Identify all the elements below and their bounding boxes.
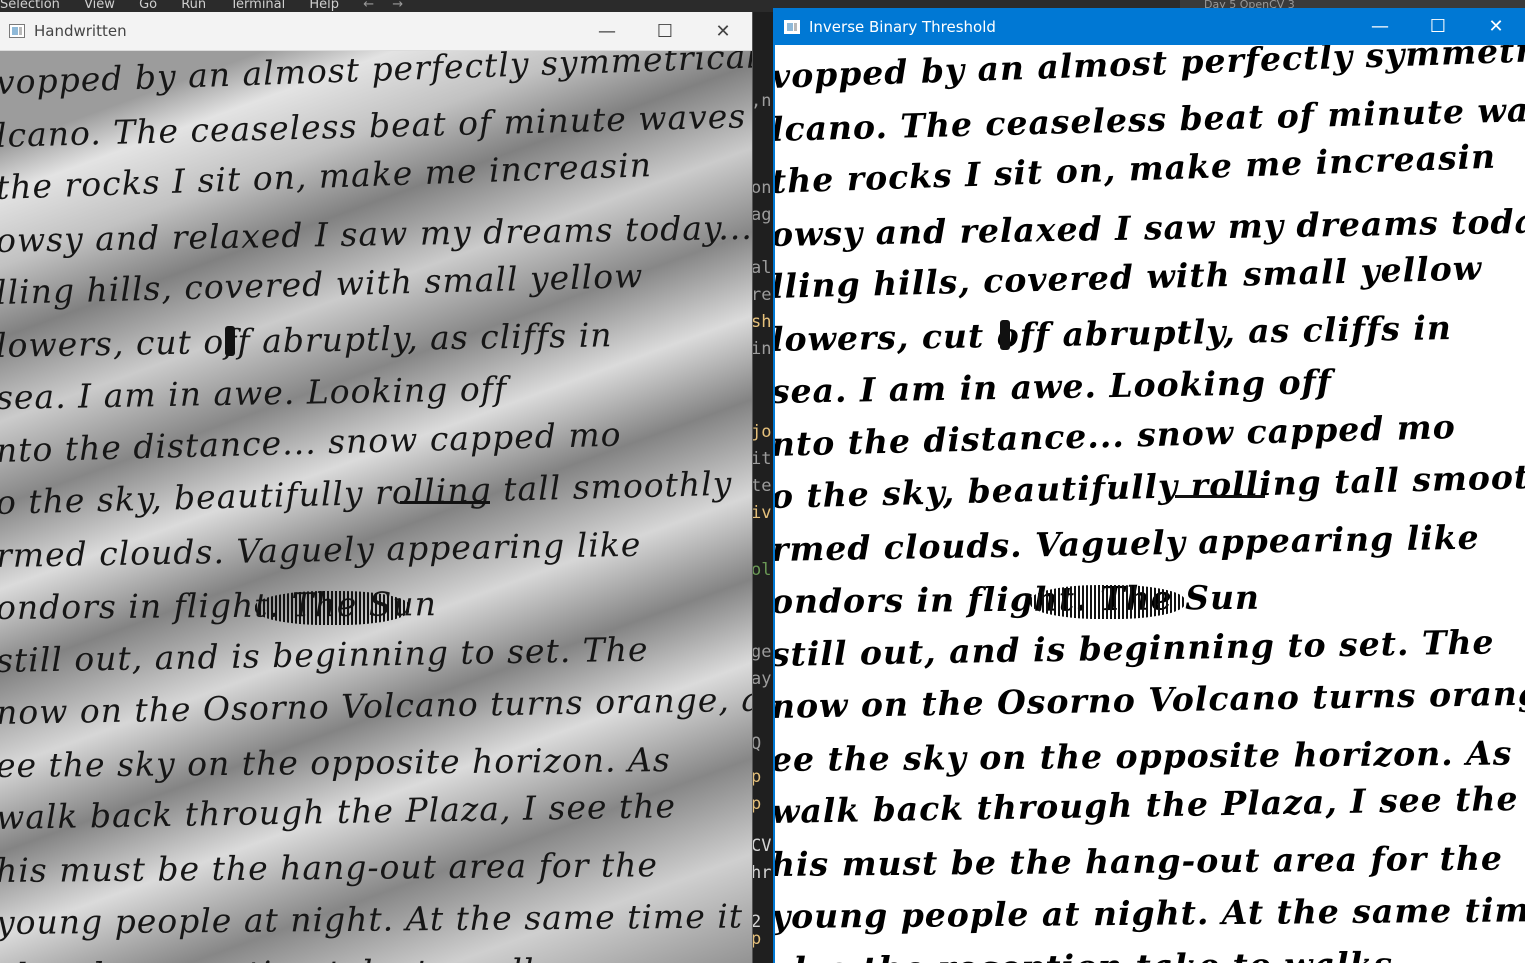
- strikethrough-mark: [1175, 495, 1265, 498]
- handwriting-line: o the sky, beautifully rolling tall smoo…: [0, 463, 733, 522]
- handwriting-line: still out, and is beginning to set. The: [0, 629, 649, 680]
- ide-code-fragment: on: [751, 178, 772, 198]
- handwriting-line: vopped by an almost perfectly symmetrica…: [0, 51, 752, 102]
- ide-editor-peek: ,n on ag al re sh in jo it te iv ol ge ay Qp p CV hr 2 p: [750, 50, 775, 963]
- handwritten-page-image: vopped by an almost perfectly symmetrica…: [0, 51, 752, 963]
- ide-code-fragment: te: [751, 476, 772, 496]
- handwriting-line: lling hills, covered with small yellow: [775, 248, 1483, 306]
- ide-code-fragment: jo: [751, 422, 772, 442]
- ide-code-fragment: ay: [751, 669, 772, 689]
- handwriting-line: his must be the hang-out area for the: [0, 844, 659, 890]
- handwriting-line: owsy and relaxed I saw my dreams today..…: [775, 200, 1525, 254]
- handwriting-line: vopped by an almost perfectly symmetrica…: [775, 45, 1525, 96]
- window-controls: — ☐ ✕: [578, 12, 752, 50]
- window-titlebar[interactable]: Handwritten — ☐ ✕: [0, 12, 752, 51]
- handwriting-line: nto the distance... snow capped mo: [775, 406, 1457, 464]
- close-button[interactable]: ✕: [1467, 8, 1525, 45]
- ide-code-fragment: it: [751, 449, 772, 469]
- handwriting-line: nto the distance... snow capped mo: [0, 414, 622, 470]
- ink-blot: [225, 326, 235, 356]
- ide-code-fragment: ,n: [751, 91, 772, 111]
- menu-item-run[interactable]: Run: [181, 0, 206, 12]
- image-canvas[interactable]: vopped by an almost perfectly symmetrica…: [0, 51, 752, 963]
- ide-code-fragment: in: [751, 339, 772, 359]
- app-window-icon: [9, 24, 25, 38]
- window-controls: — ☐ ✕: [1351, 8, 1525, 45]
- ide-code-fragment: ol: [751, 560, 772, 580]
- back-arrow-icon[interactable]: ←: [363, 0, 374, 12]
- handwriting-line: walk back through the Plaza, I see the: [0, 786, 677, 837]
- handwriting-line: rmed clouds. Vaguely appearing like: [775, 517, 1480, 569]
- handwriting-line: ee the sky on the opposite horizon. As: [0, 739, 671, 785]
- ide-code-fragment: hr: [751, 863, 772, 883]
- image-canvas[interactable]: vopped by an almost perfectly symmetrica…: [775, 45, 1525, 963]
- maximize-button[interactable]: ☐: [636, 12, 694, 50]
- handwriting-line: o the sky, beautifully rolling tall smoo…: [775, 455, 1525, 516]
- threshold-page-image: vopped by an almost perfectly symmetrica…: [775, 45, 1525, 963]
- handwriting-line: also the reception take to walks: [0, 951, 562, 963]
- handwriting-line: lowers, cut off abruptly, as cliffs in: [0, 314, 613, 365]
- handwriting-line: lowers, cut off abruptly, as cliffs in: [775, 307, 1453, 359]
- handwriting-line: young people at night. At the same time …: [0, 896, 744, 942]
- window-title: Inverse Binary Threshold: [809, 17, 996, 36]
- ide-code-fragment: ge: [751, 642, 772, 662]
- app-window-icon: [784, 19, 800, 34]
- ide-code-fragment: re: [751, 285, 772, 305]
- scribbled-out-word: [255, 591, 410, 625]
- ide-code-fragment: al: [751, 258, 772, 278]
- handwriting-line: now on the Osorno Volcano turns orange, …: [0, 678, 752, 732]
- handwriting-line: sea. I am in awe. Looking off: [775, 362, 1333, 411]
- handwriting-line: sea. I am in awe. Looking off: [0, 369, 508, 417]
- close-button[interactable]: ✕: [694, 12, 752, 50]
- handwriting-line: owsy and relaxed I saw my dreams today..…: [0, 207, 752, 260]
- handwriting-line: ee the sky on the opposite horizon. As: [775, 733, 1513, 779]
- ide-code-fragment: CV: [751, 836, 772, 856]
- menu-item-terminal[interactable]: Terminal: [230, 0, 285, 12]
- window-title: Handwritten: [34, 22, 127, 40]
- minimize-button[interactable]: —: [1351, 8, 1409, 45]
- handwriting-line: the rocks I sit on, make me increasin: [0, 145, 653, 207]
- handwriting-line: the rocks I sit on, make me increasin: [775, 136, 1497, 201]
- handwriting-line: rmed clouds. Vaguely appearing like: [0, 524, 642, 575]
- handwriting-line: also the reception take to walks: [775, 944, 1393, 963]
- ide-code-fragment: iv: [751, 503, 772, 523]
- ide-code-fragment: sh: [751, 312, 772, 332]
- menu-item-selection[interactable]: Selection: [0, 0, 60, 12]
- forward-arrow-icon[interactable]: →: [392, 0, 403, 12]
- handwriting-line: ondors in flight. The Sun: [775, 577, 1261, 621]
- handwriting-line: lling hills, covered with small yellow: [0, 256, 644, 312]
- minimize-button[interactable]: —: [578, 12, 636, 50]
- handwriting-line: now on the Osorno Volcano turns orange, …: [775, 671, 1525, 726]
- handwriting-line: still out, and is beginning to set. The: [775, 621, 1495, 674]
- handwriting-line: young people at night. At the same time …: [775, 889, 1525, 936]
- maximize-button[interactable]: ☐: [1409, 8, 1467, 45]
- menu-item-go[interactable]: Go: [139, 0, 157, 12]
- handwritten-window: Handwritten — ☐ ✕ vopped by an almost pe…: [0, 12, 753, 963]
- handwriting-line: his must be the hang-out area for the: [775, 838, 1504, 884]
- scribbled-out-word: [1030, 585, 1185, 619]
- ide-code-fragment: ag: [751, 205, 772, 225]
- strikethrough-mark: [400, 501, 490, 504]
- ink-blot: [1000, 320, 1010, 350]
- menu-item-view[interactable]: View: [84, 0, 115, 12]
- window-titlebar[interactable]: Inverse Binary Threshold — ☐ ✕: [775, 8, 1525, 45]
- inverse-binary-threshold-window: Inverse Binary Threshold — ☐ ✕ vopped by…: [773, 8, 1525, 963]
- handwriting-line: walk back through the Plaza, I see the: [775, 778, 1519, 831]
- menu-item-help[interactable]: Help: [309, 0, 339, 12]
